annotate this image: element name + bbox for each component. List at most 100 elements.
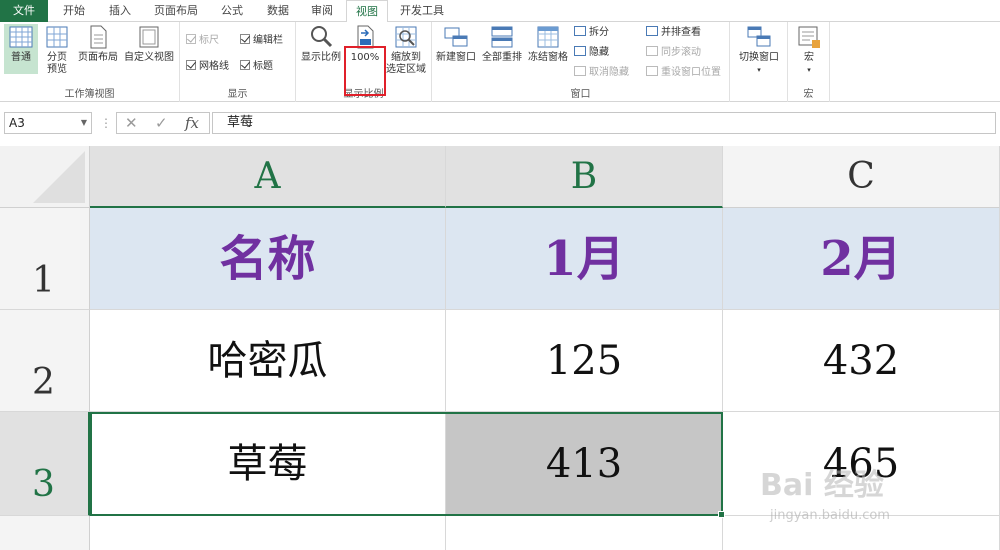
normal-view-button[interactable]: 普通 [4,24,38,74]
unhide-button[interactable]: 取消隐藏 [574,66,629,80]
highlight-annotation-box [344,46,386,96]
group-switch: 切换窗口 ▾ [730,22,788,102]
insert-function-icon[interactable]: fx [185,114,199,132]
new-window-label: 新建窗口 [436,52,476,63]
formula-bar-grip-icon: ⋮ [100,116,112,130]
gridlines-label: 网格线 [199,61,229,72]
arrange-all-button[interactable]: 全部重排 [480,24,524,64]
switch-windows-dropdown-icon: ▾ [757,66,761,74]
tab-data[interactable]: 数据 [258,0,298,22]
zoom-label: 显示比例 [301,52,341,63]
sync-scroll-label: 同步滚动 [661,47,701,58]
custom-views-button[interactable]: 自定义视图 [122,24,176,64]
formula-bar-checkbox[interactable]: 编辑栏 [240,34,283,48]
switch-windows-button[interactable]: 切换窗口 ▾ [734,24,784,76]
baidu-watermark-url: jingyan.baidu.com [770,508,890,523]
headings-check-icon [240,60,250,70]
arrange-all-icon [491,26,513,48]
column-header-a[interactable]: A [90,146,446,208]
reset-window-position-button[interactable]: 重设窗口位置 [646,66,721,80]
page-break-icon [46,26,68,48]
gridlines-check-icon [186,60,196,70]
group-show: 标尺 编辑栏 网格线 标题 显示 [180,22,296,102]
ruler-label: 标尺 [199,35,219,46]
view-side-by-side-button[interactable]: 并排查看 [646,26,701,40]
select-all-button[interactable] [0,146,90,208]
group-label-macros: 宏 [803,89,814,100]
cell-a2[interactable]: 哈密瓜 [90,310,446,412]
freeze-panes-icon [537,26,559,48]
row-header-3[interactable]: 3 [0,412,90,516]
zoom-selection-label-1: 缩放到 [391,52,421,63]
row-header-4[interactable] [0,516,90,550]
reset-position-label: 重设窗口位置 [661,67,721,78]
gridlines-checkbox[interactable]: 网格线 [186,60,229,74]
side-by-side-icon [646,26,658,36]
cell-b2[interactable]: 125 [446,310,723,412]
ruler-check-icon [186,34,196,44]
formula-input[interactable]: 草莓 [212,112,996,134]
zoom-to-selection-button[interactable]: 缩放到 选定区域 [384,24,428,76]
freeze-panes-button[interactable]: 冻结窗格 [526,24,570,64]
cell-b3[interactable]: 413 [446,412,723,516]
page-break-label-2: 预览 [47,64,67,75]
cell-c1[interactable]: 2月 [723,208,1000,310]
cell-a3[interactable]: 草莓 [90,412,446,516]
fill-handle[interactable] [718,511,725,518]
tab-formulas[interactable]: 公式 [212,0,252,22]
split-label: 拆分 [589,27,609,38]
hide-label: 隐藏 [589,47,609,58]
macros-button[interactable]: 宏 ▾ [792,24,826,76]
cell-a4[interactable] [90,516,446,550]
tab-home[interactable]: 开始 [52,0,96,22]
headings-checkbox[interactable]: 标题 [240,60,273,74]
page-layout-view-button[interactable]: 页面布局 [76,24,120,64]
arrange-all-label: 全部重排 [482,52,522,63]
name-box[interactable]: A3 ▼ [4,112,92,134]
formula-bar-label: 编辑栏 [253,35,283,46]
split-button[interactable]: 拆分 [574,26,609,40]
baidu-watermark: Bai 经验 [760,468,884,503]
page-layout-icon [90,25,107,49]
formula-buttons: ✕ ✓ fx [116,112,210,134]
column-header-c[interactable]: C [723,146,1000,208]
unhide-icon [574,66,586,76]
cell-b4[interactable] [446,516,723,550]
ribbon-tab-bar: 文件 开始 插入 页面布局 公式 数据 审阅 视图 开发工具 [0,0,1000,23]
reset-position-icon [646,66,658,76]
hide-button[interactable]: 隐藏 [574,46,609,60]
macros-dropdown-icon: ▾ [807,66,811,74]
normal-view-icon [9,26,33,48]
cancel-icon[interactable]: ✕ [125,114,138,132]
custom-views-label: 自定义视图 [124,52,174,63]
zoom-selection-icon [395,26,417,48]
row-header-2[interactable]: 2 [0,310,90,412]
column-header-b[interactable]: B [446,146,723,208]
macro-icon [798,26,820,48]
ruler-checkbox[interactable]: 标尺 [186,34,219,48]
enter-check-icon[interactable]: ✓ [155,114,168,132]
hide-icon [574,46,586,56]
select-all-triangle-icon [33,151,85,203]
cell-b1[interactable]: 1月 [446,208,723,310]
sync-scrolling-button[interactable]: 同步滚动 [646,46,701,60]
tab-developer[interactable]: 开发工具 [392,0,452,22]
tab-review[interactable]: 审阅 [302,0,342,22]
cell-a1[interactable]: 名称 [90,208,446,310]
unhide-label: 取消隐藏 [589,67,629,78]
tab-view[interactable]: 视图 [346,0,388,23]
tab-insert[interactable]: 插入 [100,0,140,22]
custom-views-icon [139,26,159,48]
cell-c2[interactable]: 432 [723,310,1000,412]
tab-file[interactable]: 文件 [0,0,48,22]
group-macros: 宏 ▾ 宏 [788,22,830,102]
zoom-button[interactable]: 显示比例 [300,24,342,64]
group-label-window: 窗口 [570,89,591,100]
new-window-button[interactable]: 新建窗口 [434,24,478,64]
tab-page-layout[interactable]: 页面布局 [146,0,206,22]
page-layout-label: 页面布局 [78,52,118,63]
page-break-preview-button[interactable]: 分页 预览 [40,24,74,76]
formula-bar: A3 ▼ ⋮ ✕ ✓ fx 草莓 [0,110,1000,138]
name-box-dropdown-icon[interactable]: ▼ [81,113,87,133]
row-header-1[interactable]: 1 [0,208,90,310]
